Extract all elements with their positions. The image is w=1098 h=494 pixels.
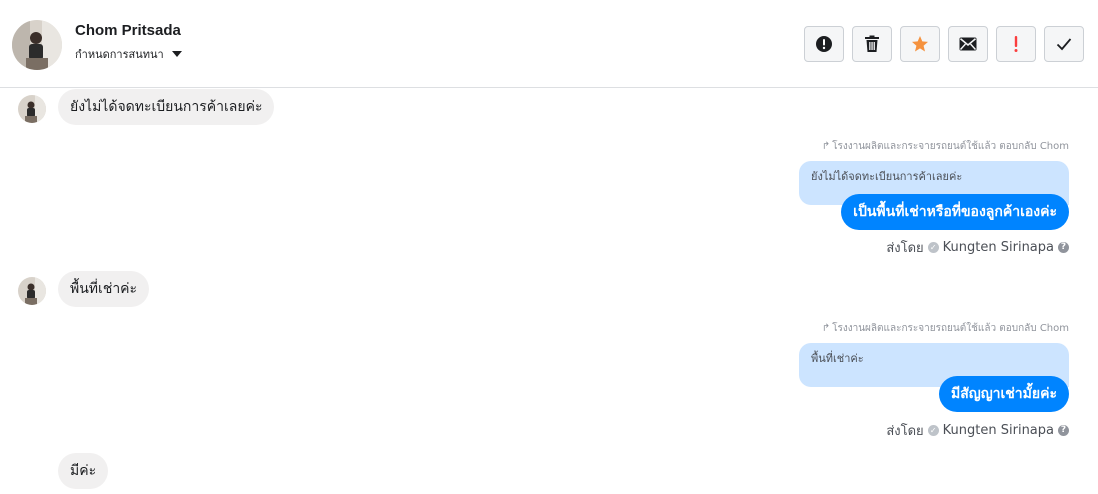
sender-avatar[interactable] xyxy=(18,95,46,123)
outgoing-message: มีสัญญาเช่ามั้ยค่ะ xyxy=(939,376,1069,412)
label-dropdown[interactable]: กำหนดการสนทนา xyxy=(75,45,182,63)
checkmark-icon xyxy=(1056,38,1072,51)
reply-arrow-icon: ↱ xyxy=(821,141,831,152)
sent-by-label: ส่งโดย xyxy=(886,424,924,439)
envelope-icon xyxy=(959,37,977,51)
trash-icon xyxy=(865,35,879,52)
contact-avatar[interactable] xyxy=(12,20,62,70)
sender-avatar[interactable] xyxy=(18,277,46,305)
incoming-message: พื้นที่เช่าค่ะ xyxy=(58,271,150,307)
incoming-message: มีค่ะ xyxy=(58,453,109,489)
check-circle-icon: ✓ xyxy=(927,425,939,436)
reply-meta: ↱ โรงงานผลิตและกระจายรถยนต์ใช้แล้ว ตอบกล… xyxy=(822,321,1069,336)
sent-by: ส่งโดย ✓ Kungten Sirinapa ? xyxy=(886,420,1069,441)
reply-meta-text: โรงงานผลิตและกระจายรถยนต์ใช้แล้ว ตอบกลับ… xyxy=(832,141,1069,152)
reply-arrow-icon: ↱ xyxy=(821,323,831,334)
help-icon[interactable]: ? xyxy=(1058,425,1069,436)
reply-meta-text: โรงงานผลิตและกระจายรถยนต์ใช้แล้ว ตอบกลับ… xyxy=(832,323,1069,334)
check-circle-icon: ✓ xyxy=(927,242,939,253)
outgoing-message: เป็นพื้นที่เช่าหรือที่ของลูกค้าเองค่ะ xyxy=(841,194,1069,230)
sent-by: ส่งโดย ✓ Kungten Sirinapa ? xyxy=(886,237,1069,258)
mark-done-button[interactable] xyxy=(1044,26,1084,62)
caret-down-icon xyxy=(171,51,182,57)
reply-meta: ↱ โรงงานผลิตและกระจายรถยนต์ใช้แล้ว ตอบกล… xyxy=(822,139,1069,154)
contact-name[interactable]: Chom Pritsada xyxy=(75,22,181,39)
follow-up-button[interactable] xyxy=(996,26,1036,62)
mark-unread-button[interactable] xyxy=(948,26,988,62)
incoming-message: ยังไม่ได้จดทะเบียนการค้าเลยค่ะ xyxy=(58,89,275,125)
label-dropdown-text: กำหนดการสนทนา xyxy=(75,48,164,61)
sent-by-label: ส่งโดย xyxy=(886,241,924,256)
exclamation-icon xyxy=(1014,36,1018,52)
exclamation-circle-icon xyxy=(816,36,832,52)
star-button[interactable] xyxy=(900,26,940,62)
sender-name: Kungten Sirinapa xyxy=(942,423,1054,438)
delete-button[interactable] xyxy=(852,26,892,62)
conversation-header: Chom Pritsada กำหนดการสนทนา xyxy=(0,0,1098,88)
help-icon[interactable]: ? xyxy=(1058,242,1069,253)
conversation-panel: Chom Pritsada กำหนดการสนทนา ยังไม่ได้จดท… xyxy=(0,0,1098,494)
sender-name: Kungten Sirinapa xyxy=(942,240,1054,255)
star-icon xyxy=(912,36,928,52)
conversation-toolbar xyxy=(804,26,1084,62)
report-spam-button[interactable] xyxy=(804,26,844,62)
